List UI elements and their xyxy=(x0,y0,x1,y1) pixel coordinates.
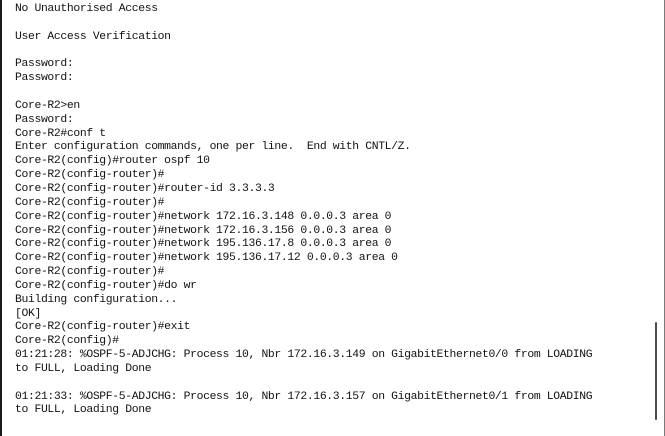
terminal-line: Core-R2(config-router)#network 172.16.3.… xyxy=(15,210,392,223)
terminal-line: Core-R2(config-router)# xyxy=(15,169,165,182)
terminal-line: [OK] xyxy=(15,307,41,320)
terminal-line: Core-R2#conf t xyxy=(15,127,106,140)
terminal-line: Password: xyxy=(15,58,74,71)
terminal-line: Core-R2(config-router)#network 195.136.1… xyxy=(15,238,392,251)
terminal-line: Core-R2(config-router)# xyxy=(15,266,165,279)
terminal-line: Enter configuration commands, one per li… xyxy=(15,141,411,154)
terminal-line: Core-R2>en xyxy=(15,99,80,112)
terminal-line: Core-R2(config-router)#do wr xyxy=(15,279,197,292)
terminal-line: to FULL, Loading Done xyxy=(15,404,152,417)
terminal-line: Core-R2(config)#router ospf 10 xyxy=(15,155,210,168)
scrollbar-thumb[interactable] xyxy=(655,322,657,420)
terminal-line: 01:21:33: %OSPF-5-ADJCHG: Process 10, Nb… xyxy=(15,390,593,403)
terminal-line: 01:21:28: %OSPF-5-ADJCHG: Process 10, Nb… xyxy=(15,349,593,362)
terminal-line: Password: xyxy=(15,72,74,85)
terminal-line: Building configuration... xyxy=(15,293,178,306)
terminal-line: User Access Verification xyxy=(15,30,171,43)
terminal-line: to FULL, Loading Done xyxy=(15,362,152,375)
terminal-output[interactable]: No Unauthorised Access User Access Verifi… xyxy=(2,0,642,436)
terminal-line: Core-R2(config-router)#network 195.136.1… xyxy=(15,252,398,265)
terminal-line: Core-R2(config-router)#router-id 3.3.3.3 xyxy=(15,182,275,195)
terminal-line: Core-R2(config-router)#network 172.16.3.… xyxy=(15,224,392,237)
vertical-scrollbar[interactable] xyxy=(651,0,661,436)
terminal-line: Core-R2(config-router)# xyxy=(15,196,165,209)
terminal-line: Core-R2(config)# xyxy=(15,335,119,348)
terminal-line: No Unauthorised Access xyxy=(15,3,158,15)
cli-window: No Unauthorised Access User Access Verifi… xyxy=(0,0,665,436)
terminal-line: Password: xyxy=(15,113,74,126)
terminal-line: Core-R2(config-router)#exit xyxy=(15,321,191,334)
